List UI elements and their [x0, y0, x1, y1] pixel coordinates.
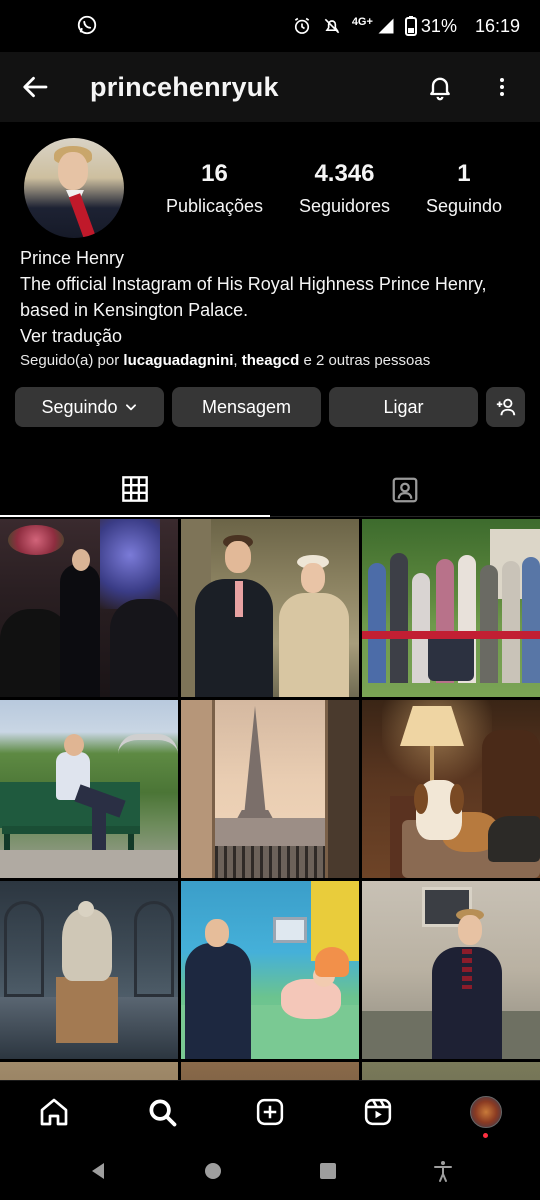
- status-bar: 4G+ 31% 16:19: [0, 0, 540, 52]
- stat-following[interactable]: 1 Seguindo: [426, 160, 502, 217]
- profile-name: Prince Henry: [20, 248, 125, 268]
- see-translation-link[interactable]: Ver tradução: [20, 323, 525, 349]
- profile-actions: Seguindo Mensagem Ligar: [15, 387, 525, 427]
- battery-icon: [404, 16, 417, 36]
- bio-text: The official Instagram of His Royal High…: [20, 274, 487, 320]
- status-indicators: 4G+ 31% 16:19: [292, 16, 520, 37]
- nav-home[interactable]: [24, 1082, 84, 1142]
- post-thumbnail[interactable]: [362, 519, 540, 697]
- notification-dot: [483, 1132, 488, 1138]
- profile-bio: Prince Henry The official Instagram of H…: [20, 245, 525, 349]
- nav-search[interactable]: [132, 1082, 192, 1142]
- followed-by-prefix: Seguido(a) por: [20, 352, 124, 369]
- bottom-navigation: [0, 1080, 540, 1142]
- posts-grid: [0, 519, 540, 1080]
- post-thumbnail[interactable]: [362, 881, 540, 1059]
- back-arrow-icon: [23, 76, 48, 98]
- tagged-icon: [392, 477, 418, 502]
- mute-icon: [322, 16, 342, 36]
- followed-by-user-1[interactable]: lucaguadagnini: [123, 352, 233, 369]
- network-label: 4G+: [351, 16, 373, 28]
- profile-avatar: [470, 1095, 502, 1128]
- system-recents-button[interactable]: [308, 1151, 348, 1191]
- stat-following-label: Seguindo: [425, 196, 503, 216]
- post-thumbnail[interactable]: [362, 700, 540, 878]
- stat-followers-count: 4.346: [314, 160, 375, 187]
- post-thumbnail[interactable]: [181, 1062, 359, 1080]
- back-button[interactable]: [20, 71, 52, 103]
- alarm-icon: [292, 16, 312, 36]
- system-navigation: [0, 1142, 540, 1200]
- stat-posts-count: 16: [201, 160, 228, 187]
- bell-icon: [430, 77, 450, 101]
- app-header: princehenryuk: [0, 52, 540, 122]
- nav-profile[interactable]: [456, 1082, 516, 1142]
- search-icon: [149, 1099, 177, 1126]
- battery-percent: 31%: [420, 15, 457, 36]
- clock: 16:19: [474, 15, 520, 36]
- post-thumbnail[interactable]: [181, 700, 359, 878]
- recents-square-icon: [319, 1163, 336, 1179]
- nav-reels[interactable]: [348, 1082, 408, 1142]
- signal-icon: [377, 17, 395, 35]
- post-thumbnail[interactable]: [0, 519, 178, 697]
- system-back-button[interactable]: [78, 1151, 118, 1191]
- profile-username: princehenryuk: [90, 71, 279, 102]
- following-label: Seguindo: [41, 396, 118, 417]
- stat-followers[interactable]: 4.346 Seguidores: [299, 160, 390, 217]
- post-thumbnail[interactable]: [181, 519, 359, 697]
- home-icon: [40, 1098, 68, 1125]
- profile-stats: 16 Publicações 4.346 Seguidores 1 Seguin…: [148, 160, 520, 217]
- stat-followers-label: Seguidores: [298, 196, 391, 216]
- nav-create[interactable]: [240, 1082, 300, 1142]
- suggested-users-button[interactable]: [486, 387, 525, 427]
- post-thumbnail[interactable]: [0, 700, 178, 878]
- grid-icon: [122, 476, 148, 502]
- post-thumbnail[interactable]: [181, 881, 359, 1059]
- more-options-button[interactable]: [484, 69, 520, 105]
- followed-by-suffix: e 2 outras pessoas: [299, 352, 431, 369]
- followed-by-sep: ,: [233, 352, 242, 369]
- tab-tagged[interactable]: [270, 463, 540, 517]
- accessibility-button[interactable]: [423, 1151, 463, 1191]
- back-triangle-icon: [91, 1163, 104, 1179]
- create-icon: [256, 1098, 284, 1125]
- more-vertical-icon: [500, 78, 504, 96]
- post-thumbnail[interactable]: [362, 1062, 540, 1080]
- stat-following-count: 1: [457, 160, 471, 187]
- call-button[interactable]: Ligar: [329, 387, 478, 427]
- add-user-icon: [496, 398, 515, 416]
- tab-posts-grid[interactable]: [0, 463, 270, 517]
- profile-tabs: [0, 463, 540, 517]
- post-thumbnail[interactable]: [0, 881, 178, 1059]
- profile-avatar[interactable]: [24, 138, 124, 238]
- following-button[interactable]: Seguindo: [15, 387, 164, 427]
- followed-by-user-2[interactable]: theagcd: [242, 352, 300, 369]
- notifications-button[interactable]: [422, 69, 458, 105]
- accessibility-icon: [433, 1161, 452, 1182]
- profile-summary: 16 Publicações 4.346 Seguidores 1 Seguin…: [0, 138, 540, 238]
- post-thumbnail[interactable]: [0, 1062, 178, 1080]
- stat-posts[interactable]: 16 Publicações: [166, 160, 263, 217]
- home-circle-icon: [204, 1163, 221, 1179]
- reels-icon: [364, 1098, 392, 1125]
- followed-by[interactable]: Seguido(a) por lucaguadagnini, theagcd e…: [20, 352, 430, 369]
- system-home-button[interactable]: [193, 1151, 233, 1191]
- whatsapp-icon: [76, 14, 98, 41]
- message-button[interactable]: Mensagem: [172, 387, 321, 427]
- stat-posts-label: Publicações: [165, 196, 264, 216]
- chevron-down-icon: [125, 404, 136, 411]
